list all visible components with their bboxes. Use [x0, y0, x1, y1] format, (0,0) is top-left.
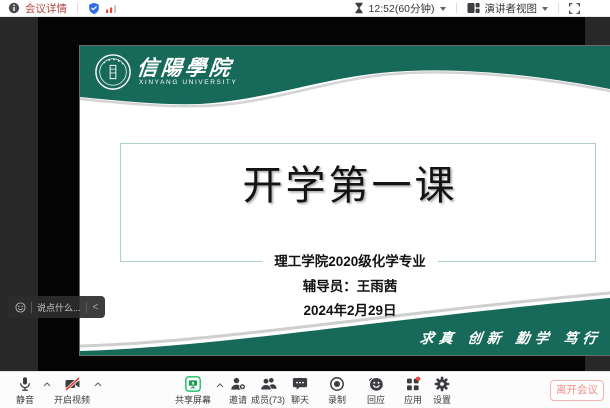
meeting-timer: 12:52(60分钟): [369, 1, 435, 16]
mute-options-chevron[interactable]: [43, 382, 51, 387]
divider: [31, 302, 32, 313]
settings-button[interactable]: 设置: [425, 376, 459, 406]
university-name-en: XINYANG UNIVERSITY: [139, 80, 237, 87]
chat-quick-input[interactable]: 说点什么... <: [8, 296, 105, 318]
video-options-chevron[interactable]: [94, 382, 102, 387]
shared-screen-video: 信陽學院 XINYANG UNIVERSITY 开学第一课 理工学院2020级化…: [38, 17, 585, 371]
leave-meeting-button[interactable]: 离开会议: [550, 380, 604, 401]
divider: [86, 302, 87, 313]
record-icon: [329, 376, 345, 392]
title-bar-left: 会议详情: [8, 1, 118, 16]
members-icon: [260, 376, 277, 392]
members-label: 成员(73): [251, 393, 285, 406]
university-logo: 信陽學院 XINYANG UNIVERSITY: [94, 53, 237, 91]
university-name-cn: 信陽學院: [136, 57, 239, 78]
mute-label: 静音: [16, 393, 34, 406]
slide-date: 2024年2月29日: [80, 299, 610, 319]
view-mode-selector[interactable]: 演讲者视图: [485, 1, 538, 16]
view-dropdown-caret[interactable]: [542, 7, 548, 11]
timer-dropdown-caret[interactable]: [440, 7, 446, 11]
reaction-button[interactable]: 回应: [359, 376, 393, 406]
presentation-slide: 信陽學院 XINYANG UNIVERSITY 开学第一课 理工学院2020级化…: [80, 46, 610, 355]
hourglass-icon: [354, 2, 364, 14]
chat-bubble-icon: [292, 376, 308, 392]
camera-off-icon: [64, 376, 81, 392]
university-name: 信陽學院 XINYANG UNIVERSITY: [137, 57, 237, 87]
university-seal-icon: [94, 53, 132, 91]
settings-label: 设置: [433, 393, 451, 406]
info-icon[interactable]: [8, 2, 20, 14]
emoji-smiley-icon[interactable]: [15, 302, 26, 313]
slide-department: 理工学院2020级化学专业: [80, 250, 610, 270]
divider: [456, 3, 457, 13]
slide-counselor: 辅导员：王雨茜: [80, 275, 610, 295]
divider: [558, 3, 559, 13]
share-screen-label: 共享屏幕: [175, 393, 211, 406]
start-video-label: 开启视频: [54, 393, 90, 406]
microphone-icon: [17, 376, 33, 392]
fullscreen-icon[interactable]: [569, 3, 580, 14]
reaction-smiley-icon: [368, 376, 384, 392]
shared-screen-stage: 信陽學院 XINYANG UNIVERSITY 开学第一课 理工学院2020级化…: [0, 17, 610, 371]
record-label: 录制: [328, 393, 346, 406]
record-button[interactable]: 录制: [320, 376, 354, 406]
chat-collapse-chevron[interactable]: <: [92, 302, 99, 313]
network-signal-icon[interactable]: [105, 2, 118, 14]
share-screen-button[interactable]: 共享屏幕: [172, 376, 214, 406]
chat-button[interactable]: 聊天: [283, 376, 317, 406]
title-bar: 会议详情 12:52(60分钟) 演讲者视图: [0, 0, 610, 17]
share-screen-icon: [185, 376, 201, 392]
start-video-button[interactable]: 开启视频: [52, 376, 92, 406]
chat-label: 聊天: [291, 393, 309, 406]
slide-title: 开学第一课: [80, 162, 610, 210]
reaction-label: 回应: [367, 393, 385, 406]
security-shield-icon[interactable]: [88, 2, 100, 15]
chat-input-placeholder[interactable]: 说点什么...: [37, 301, 81, 314]
layout-view-icon: [467, 2, 480, 14]
gear-icon: [434, 376, 450, 392]
mute-button[interactable]: 静音: [8, 376, 42, 406]
apps-label: 应用: [404, 393, 422, 406]
title-bar-right: 12:52(60分钟) 演讲者视图: [354, 1, 580, 16]
slide-motto: 求真 创新 勤学 笃行: [419, 328, 603, 348]
divider: [77, 3, 78, 13]
slide-department-text: 理工学院2020级化学专业: [262, 254, 438, 269]
meeting-details-link[interactable]: 会议详情: [25, 1, 67, 16]
meeting-toolbar: 静音 开启视频 共享屏幕 邀请 成员(73) 聊天: [0, 371, 610, 408]
apps-grid-icon: [405, 376, 421, 392]
